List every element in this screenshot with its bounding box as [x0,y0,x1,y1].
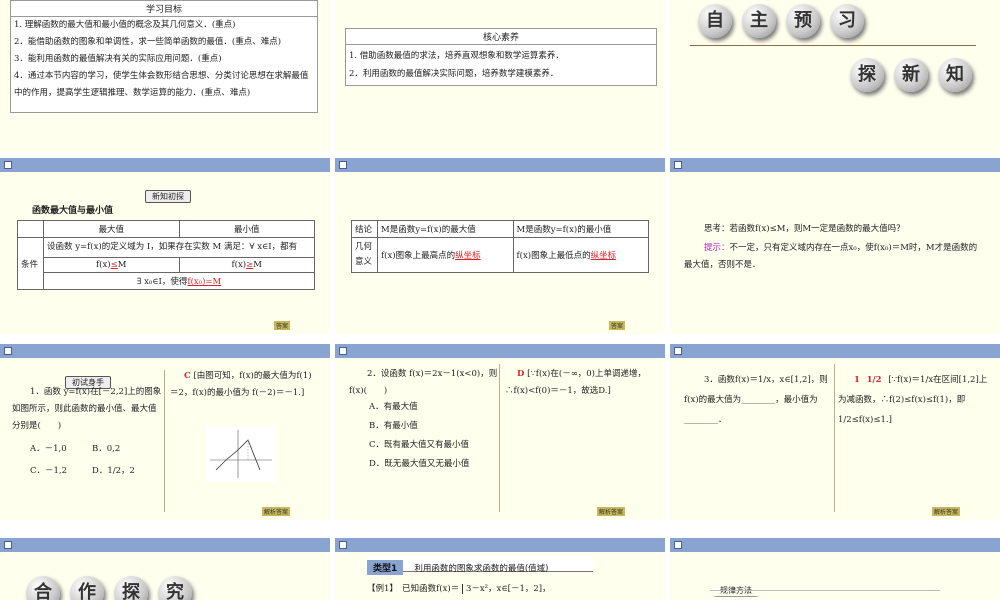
answer-button[interactable]: 答案 [273,321,290,330]
conclusion-table: 结论 M是函数y=f(x)的最大值 M是函数y=f(x)的最小值 几何意义 f(x)… [351,220,649,273]
slide-header-bar [670,158,1000,172]
title-ball: 主 [742,4,776,38]
exists-text: ∃ x₀∈I，使得 [136,277,188,287]
slide-header-bar [0,158,330,172]
quiz2-question: 2．设函数 f(x)＝2x－1(x<0)，则f(x)( ) [349,369,498,396]
title-ball: 探 [114,576,148,600]
type-label: 类型1 [367,560,404,575]
title-ball: 作 [70,576,104,600]
max-cond-lhs: f(x) [96,260,111,270]
thinking-question: 思考：若函数f(x)≤M，则M一定是函数的最大值吗？ [704,224,905,234]
option-a[interactable]: A．有最大值 [369,400,418,412]
slide-quiz-2[interactable]: 2．设函数 f(x)＝2x－1(x<0)，则f(x)( ) A．有最大值 B．有… [335,344,665,520]
goal-item: 4．通过本节内容的学习，使学生体会数形结合思想、分类讨论思想在求解最值中的作用，… [14,71,309,98]
row-label-conclusion: 结论 [351,220,378,238]
new-knowledge-pill: 新知初探 [145,190,191,203]
slide-conclusion-table[interactable]: 结论 M是函数y=f(x)的最大值 M是函数y=f(x)的最小值 几何意义 f(x)… [335,158,665,334]
title-ball: 新 [894,58,928,92]
min-cond-lhs: f(x) [231,260,247,270]
row-label-condition: 条件 [17,237,44,290]
geo-max-fill: 纵坐标 [455,251,481,261]
option-d[interactable]: D．既无最大值又无最小值 [369,457,469,469]
slide-type-1[interactable]: 类型1 利用函数的图象求函数的最值(值域) 【例1】 已知函数f(x)＝ 3－x… [335,538,665,600]
type-title: 利用函数的图象求函数的最值(值域) [414,564,549,574]
slide-thinking[interactable]: 思考：若函数f(x)≤M，则M一定是函数的最大值吗？ 提示：不一定，只有定义域内… [670,158,1000,334]
quiz3-answer-1: 1 [854,375,860,385]
slide-header-bar [335,158,665,172]
analysis-answer-button[interactable]: 解析答案 [931,507,960,516]
goal-item: 1. 理解函数的最大值和最小值的概念及其几何意义．(重点) [14,20,236,30]
literacy-item: 1. 借助函数最值的求法，培养直观想象和数学运算素养． [349,51,564,61]
conclusion-max: M是函数y=f(x)的最大值 [377,220,514,238]
slide-cooperative-explore[interactable]: 合 作 探 究 [0,538,330,600]
example-intro: 【例1】 已知函数f(x)＝ [367,584,460,594]
analysis-answer-button[interactable]: 解析答案 [261,507,290,516]
option-a[interactable]: A．－1,0 [30,442,67,454]
goal-item: 2．能借助函数的图象和单调性，求一些简单函数的最值．(重点、难点) [14,37,282,47]
max-cond-fill: ≤ [110,260,118,270]
slide-new-knowledge-table[interactable]: 新知初探 函数最大值与最小值 最大值 最小值 条件 设函数 y=f(x)的定义域为 … [0,158,330,334]
slide-learning-goals[interactable]: 学习目标 1. 理解函数的最大值和最小值的概念及其几何意义．(重点) 2．能借助… [0,0,330,152]
slide-header-bar [0,538,330,552]
hint-label: 提示： [704,243,730,253]
title-ball: 预 [786,4,820,38]
option-b[interactable]: B．有最小值 [369,419,418,431]
slide-quiz-3[interactable]: 3．函数f(x)＝1/x，x∈[1,2]，则f(x)的最大值为________，… [670,344,1000,520]
slide-header-bar [335,344,665,358]
quiz2-answer-text: [∵f(x)在(－∞，0)上单调递增，∴f(x)<f(0)＝－1，故选D.] [505,369,646,396]
literacy-item: 2．利用函数的最值解决实际问题，培养数学建模素养． [349,69,559,79]
quiz3-answer-text: [∵f(x)＝1/x在区间[1,2]上为减函数，∴f(2)≤f(x)≤f(1)，… [838,375,988,425]
goal-item: 3．能利用函数的最值解决有关的实际应用问题．(重点) [14,54,222,64]
quiz3-answer-2: 1/2 [866,375,882,385]
min-cond-rhs: M [253,260,262,270]
option-c[interactable]: C．－1,2 [30,464,67,476]
geo-max-text: f(x)图象上最高点的 [381,251,456,261]
slide-self-preview-title[interactable]: 自 主 预 习 探 新 知 [670,0,1000,152]
title-ball: 习 [830,4,864,38]
title-ball: 探 [850,58,884,92]
condition-text: 设函数 y=f(x)的定义域为 I，如果存在实数 M 满足：∀ x∈I，都有 [43,237,315,258]
quiz3-question: 3．函数f(x)＝1/x，x∈[1,2]，则f(x)的最大值为________，… [684,375,828,425]
geo-min-fill: 纵坐标 [590,251,617,261]
title-ball: 自 [698,4,732,38]
slide-core-literacy[interactable]: 核心素养 1. 借助函数最值的求法，培养直观想象和数学运算素养． 2．利用函数的… [335,0,665,152]
option-b[interactable]: B．0,2 [92,442,120,454]
function-graph [206,426,276,482]
slide-header-bar [670,344,1000,358]
learning-goals-title: 学习目标 [11,1,317,17]
option-c[interactable]: C．既有最大值又有最小值 [369,438,469,450]
title-underline [690,45,976,46]
max-cond-rhs: M [117,260,127,270]
quiz1-answer-letter: C [184,371,191,381]
col-max: 最大值 [43,220,180,238]
method-pill: 规律方法 [714,585,758,597]
quiz1-answer-text: [由图可知，f(x)的最大值为f(1)＝2，f(x)的最小值为 f(－2)＝－1… [170,371,312,398]
option-d[interactable]: D．1/2，2 [92,464,135,476]
slide-header-bar [670,538,1000,552]
core-literacy-title: 核心素养 [346,29,656,45]
geo-min-text: f(x)图象上最低点的 [516,251,591,261]
conclusion-min: M是函数y=f(x)的最小值 [512,220,649,238]
col-min: 最小值 [178,220,315,238]
quiz1-question: 1．函数 y=f(x)在[－2,2]上的图象如图所示，则此函数的最小值、最大值分… [12,387,162,431]
slide-method-summary[interactable]: 规律方法 [670,538,1000,600]
title-ball: 究 [158,576,192,600]
example-case: 3－x²，x∈[－1，2]， [461,584,551,594]
slide-quiz-1[interactable]: 初试身手 1．函数 y=f(x)在[－2,2]上的图象如图所示，则此函数的最小值… [0,344,330,520]
exists-fill: f(x₀)=M [187,277,222,287]
slide-header-bar [335,538,665,552]
quiz2-answer-letter: D [517,369,525,379]
section-subtitle: 函数最大值与最小值 [32,206,114,216]
max-min-definition-table: 最大值 最小值 条件 设函数 y=f(x)的定义域为 I，如果存在实数 M 满足：∀… [17,220,315,290]
answer-button[interactable]: 答案 [608,321,625,330]
row-label-geometric: 几何意义 [351,237,378,273]
slide-header-bar [0,344,330,358]
analysis-answer-button[interactable]: 解析答案 [596,507,625,516]
title-ball: 合 [26,576,60,600]
title-ball: 知 [938,58,972,92]
